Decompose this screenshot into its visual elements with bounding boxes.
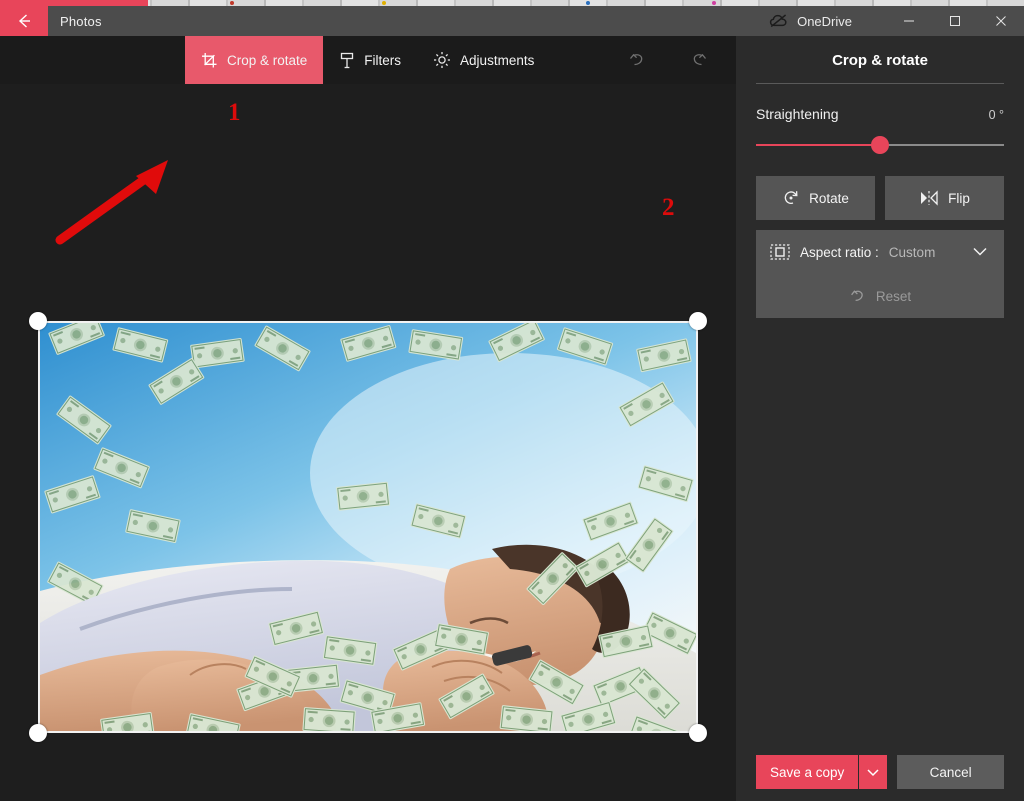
photos-editor-window: Photos OneDrive Crop & rotate Filters Ad… bbox=[0, 0, 1024, 801]
crop-handle-top-right[interactable] bbox=[689, 312, 707, 330]
close-icon bbox=[996, 16, 1006, 26]
reset-button-label: Reset bbox=[875, 288, 912, 304]
aspect-ratio-button[interactable]: Aspect ratio : Custom bbox=[756, 230, 1004, 274]
chevron-down-icon bbox=[867, 768, 879, 776]
back-button[interactable] bbox=[0, 6, 48, 36]
panel-divider bbox=[756, 83, 1004, 84]
aspect-ratio-icon bbox=[770, 244, 790, 260]
panel-action-buttons: Save a copy Cancel bbox=[736, 755, 1024, 789]
filters-icon bbox=[341, 52, 354, 68]
photo-illustration bbox=[40, 323, 696, 731]
tab-filters-label: Filters bbox=[364, 52, 402, 68]
editor-tabs: Crop & rotate Filters Adjustments bbox=[185, 36, 550, 84]
flip-button-label: Flip bbox=[948, 190, 970, 206]
cancel-button[interactable]: Cancel bbox=[897, 755, 1004, 789]
rotate-button-label: Rotate bbox=[809, 190, 849, 206]
reset-undo-icon bbox=[850, 290, 863, 302]
photo-preview bbox=[40, 323, 696, 731]
undo-icon bbox=[629, 53, 643, 66]
annotation-number-2: 2 bbox=[662, 194, 675, 221]
save-options-dropdown-button[interactable] bbox=[859, 755, 888, 789]
crop-selection-frame[interactable] bbox=[29, 312, 707, 742]
save-a-copy-button[interactable]: Save a copy bbox=[756, 755, 859, 789]
close-button[interactable] bbox=[978, 6, 1024, 36]
tab-adjustments-label: Adjustments bbox=[460, 52, 535, 68]
crop-rotate-panel: Crop & rotate Straightening 0 ° Rotate F… bbox=[736, 36, 1024, 801]
annotation-arrow bbox=[55, 160, 168, 245]
crop-handle-bottom-left[interactable] bbox=[29, 724, 47, 742]
straightening-row: Straightening 0 ° bbox=[756, 106, 1004, 122]
editor-toolbar: Crop & rotate Filters Adjustments bbox=[0, 36, 736, 84]
back-arrow-icon bbox=[18, 14, 30, 28]
save-a-copy-split-button: Save a copy bbox=[756, 755, 888, 789]
straightening-label: Straightening bbox=[756, 106, 839, 122]
reset-button[interactable]: Reset bbox=[756, 274, 1004, 318]
slider-thumb[interactable] bbox=[871, 136, 889, 154]
straightening-slider[interactable] bbox=[756, 136, 1004, 154]
maximize-button[interactable] bbox=[932, 6, 978, 36]
history-controls bbox=[626, 49, 710, 71]
redo-button[interactable] bbox=[688, 49, 710, 71]
slider-track-remaining bbox=[880, 144, 1004, 146]
undo-button[interactable] bbox=[626, 49, 648, 71]
minimize-icon bbox=[904, 20, 914, 22]
image-canvas[interactable] bbox=[0, 84, 736, 801]
tab-crop-and-rotate-label: Crop & rotate bbox=[227, 52, 308, 68]
tab-crop-and-rotate[interactable]: Crop & rotate bbox=[185, 36, 324, 84]
minimize-button[interactable] bbox=[886, 6, 932, 36]
tab-filters[interactable]: Filters bbox=[323, 36, 417, 84]
crop-handle-top-left[interactable] bbox=[29, 312, 47, 330]
aspect-ratio-value: Custom bbox=[888, 244, 936, 260]
rotate-button[interactable]: Rotate bbox=[756, 176, 875, 220]
app-title: Photos bbox=[60, 13, 102, 29]
maximize-icon bbox=[950, 16, 960, 26]
redo-icon bbox=[693, 53, 707, 66]
title-bar: Photos OneDrive bbox=[0, 6, 1024, 36]
adjustments-brightness-icon bbox=[434, 52, 451, 68]
chevron-down-icon bbox=[972, 245, 988, 260]
rotate-icon bbox=[784, 191, 798, 204]
annotation-number-1: 1 bbox=[228, 99, 241, 126]
straightening-value: 0 ° bbox=[988, 108, 1004, 122]
panel-title: Crop & rotate bbox=[832, 52, 928, 69]
flip-icon bbox=[921, 190, 938, 206]
crop-handle-bottom-right[interactable] bbox=[689, 724, 707, 742]
tab-adjustments[interactable]: Adjustments bbox=[417, 36, 550, 84]
onedrive-offline-cloud-icon bbox=[769, 14, 787, 28]
rotate-flip-row: Rotate Flip bbox=[756, 176, 1004, 220]
aspect-ratio-label: Aspect ratio : bbox=[800, 244, 879, 260]
crop-icon bbox=[202, 52, 217, 67]
window-controls bbox=[886, 6, 1024, 36]
slider-track-filled bbox=[756, 144, 880, 146]
onedrive-status[interactable]: OneDrive bbox=[769, 13, 852, 29]
onedrive-label: OneDrive bbox=[797, 13, 852, 29]
flip-button[interactable]: Flip bbox=[885, 176, 1004, 220]
